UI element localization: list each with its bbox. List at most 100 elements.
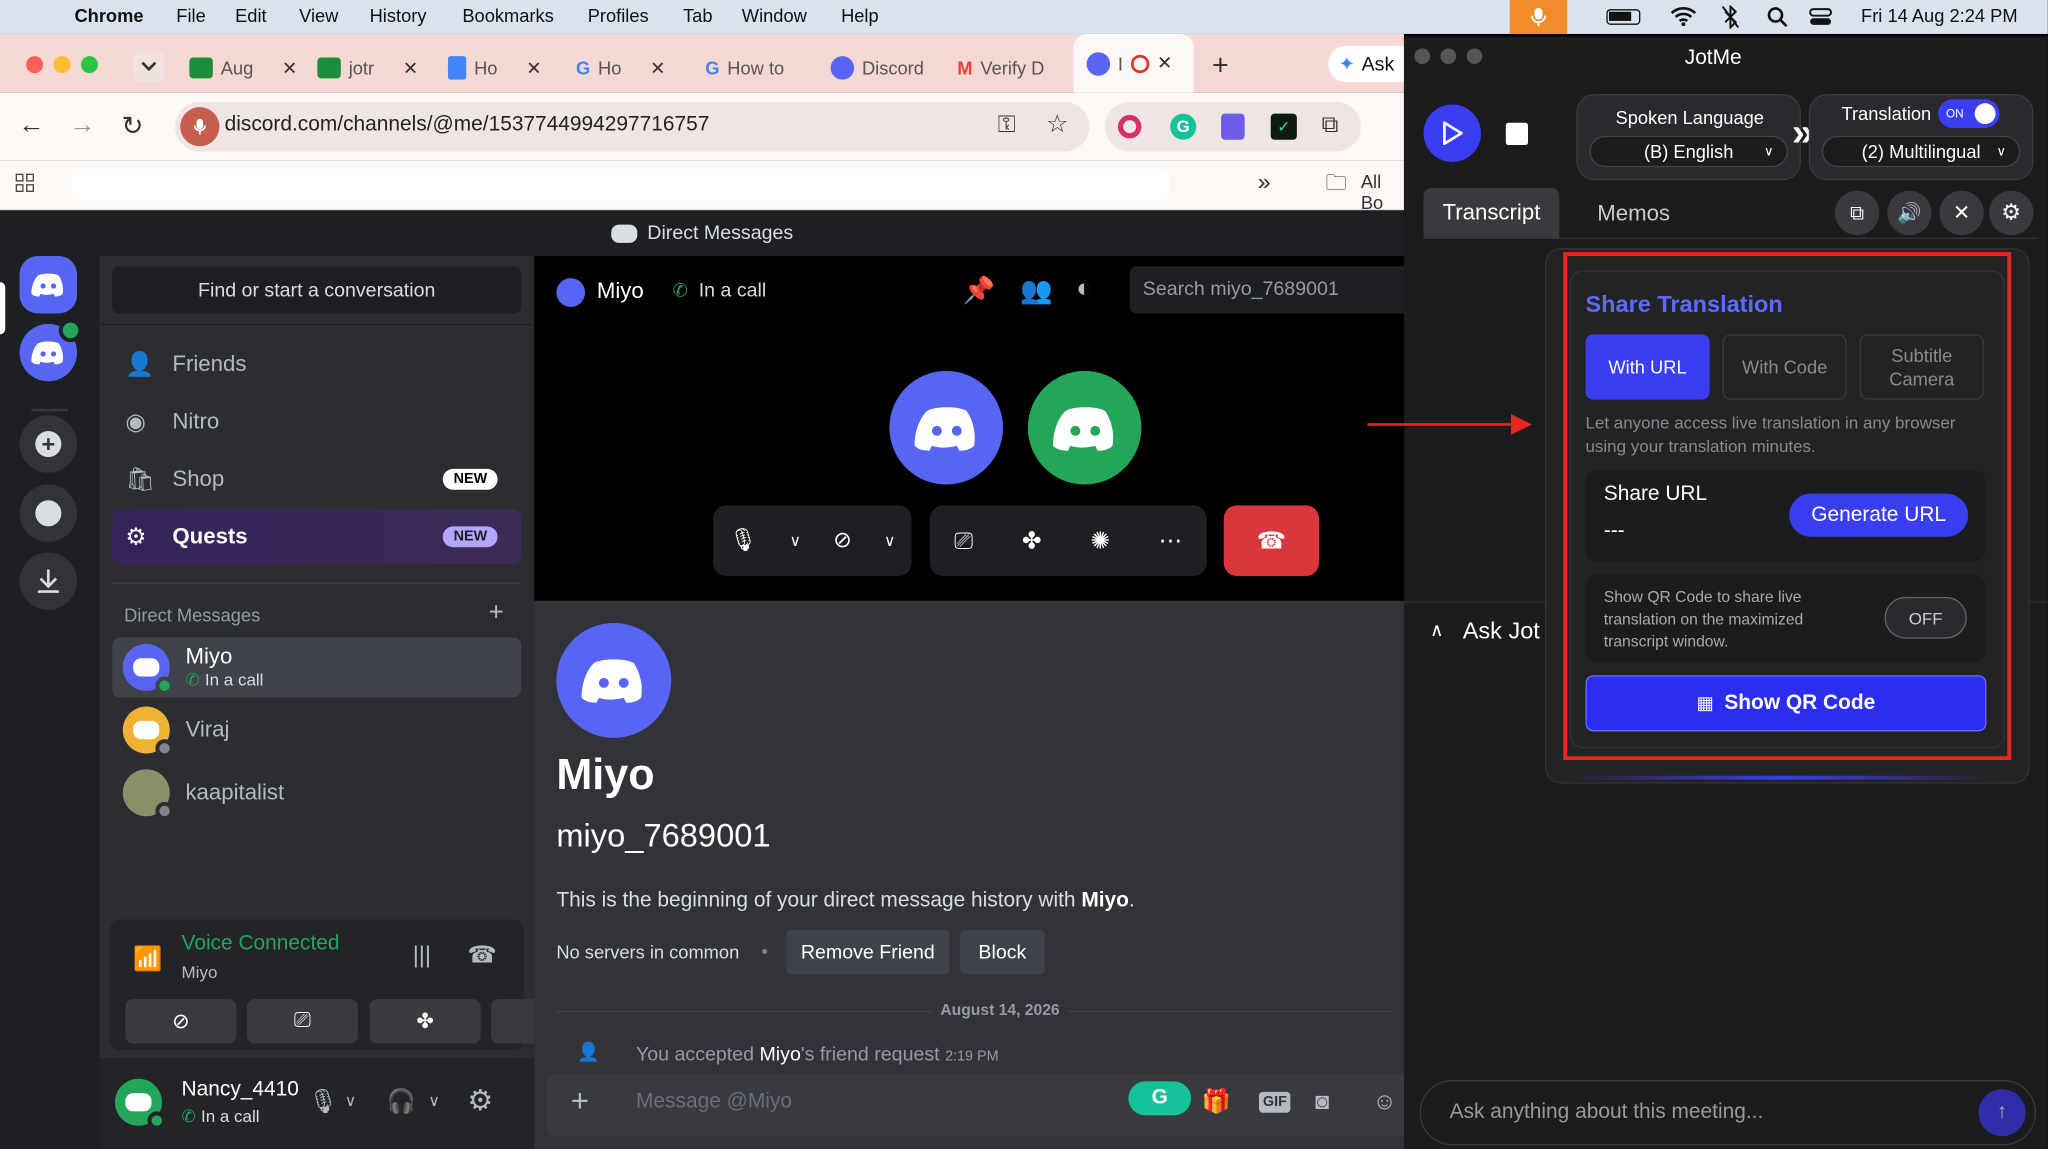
more-options-icon[interactable]: ⋯	[1159, 527, 1183, 554]
close-tab-icon[interactable]: ✕	[282, 57, 297, 79]
search-icon[interactable]	[1767, 7, 1788, 28]
settings-gear-icon[interactable]: ⚙	[468, 1084, 494, 1118]
user-avatar[interactable]	[114, 1078, 166, 1130]
menu-bookmarks[interactable]: Bookmarks	[462, 5, 553, 26]
create-dm-icon[interactable]: +	[488, 598, 503, 628]
home-dm-button[interactable]	[19, 255, 78, 314]
show-qr-button[interactable]: ▦ Show QR Code	[1585, 675, 1987, 732]
tab-docs[interactable]: Ho ✕	[447, 46, 542, 90]
send-button[interactable]: ↑	[1978, 1089, 2026, 1137]
bluetooth-off-icon[interactable]	[1721, 5, 1740, 29]
voice-channel[interactable]: Miyo	[182, 963, 218, 983]
tab-memos[interactable]: Memos	[1597, 201, 1670, 227]
camera-off-button[interactable]: ⊘	[125, 999, 237, 1044]
menu-app[interactable]: Chrome	[74, 5, 143, 26]
menu-tab[interactable]: Tab	[683, 5, 712, 26]
forward-icon[interactable]: →	[69, 111, 95, 141]
sticker-icon[interactable]: ◙	[1315, 1088, 1329, 1115]
menu-profiles[interactable]: Profiles	[588, 5, 649, 26]
download-apps-button[interactable]	[19, 552, 78, 610]
gift-icon[interactable]: 🎁	[1202, 1088, 1231, 1115]
with-code-option[interactable]: With Code	[1722, 334, 1847, 400]
ask-input[interactable]: Ask anything about this meeting...	[1450, 1101, 1764, 1125]
subtitle-camera-option[interactable]: Subtitle Camera	[1859, 334, 1984, 400]
extension-color-icon[interactable]	[1117, 114, 1142, 139]
extension-d-icon[interactable]	[1221, 113, 1245, 140]
audio-button[interactable]: 🔊	[1887, 190, 1932, 236]
disconnect-icon[interactable]: ☎	[468, 942, 497, 969]
close-tab-icon[interactable]: ✕	[1157, 52, 1172, 74]
gif-button[interactable]: GIF	[1258, 1091, 1291, 1113]
control-center-icon[interactable]	[1809, 8, 1833, 26]
chevron-down-icon[interactable]: ∨	[790, 532, 801, 550]
tab-active-discord[interactable]: I ✕	[1073, 33, 1194, 93]
ask-jot-header[interactable]: Ask Jot	[1463, 618, 1540, 645]
message-input[interactable]: Message @Miyo	[636, 1091, 792, 1115]
back-icon[interactable]: ←	[18, 111, 44, 141]
remove-friend-button[interactable]: Remove Friend	[786, 929, 950, 975]
dm-item-miyo[interactable]: Miyo ✆ In a call	[112, 637, 522, 698]
spoken-language-select[interactable]: (B) English ∨	[1589, 135, 1788, 168]
translation-select[interactable]: (2) Multilingual ∨	[1821, 135, 2021, 168]
screen-share-icon[interactable]: ⎚	[954, 527, 973, 554]
dm-item-viraj[interactable]: Viraj	[112, 700, 521, 760]
site-mic-icon[interactable]	[180, 107, 220, 147]
play-button[interactable]	[1423, 104, 1482, 162]
tab-search-chevron-icon[interactable]	[133, 50, 165, 83]
pin-icon[interactable]: 📌	[963, 274, 996, 307]
wifi-icon[interactable]	[1670, 7, 1697, 27]
soundboard-icon[interactable]: ✺	[1090, 527, 1110, 554]
apps-grid-icon[interactable]	[15, 173, 34, 192]
user-name[interactable]: Nancy_4410	[182, 1079, 299, 1103]
tab-sheets-2[interactable]: jotr ✕	[317, 46, 418, 90]
user-profile-icon[interactable]: ◐	[1076, 274, 1092, 304]
close-tab-icon[interactable]: ✕	[403, 57, 418, 79]
nav-friends[interactable]: 👤 Friends	[112, 337, 521, 392]
chevron-up-icon[interactable]: ∧	[1430, 619, 1443, 641]
menubar-clock[interactable]: Fri 14 Aug 2:24 PM	[1861, 5, 2018, 26]
close-button[interactable]: ✕	[1939, 190, 1984, 236]
chevron-down-icon[interactable]: ∨	[428, 1092, 439, 1110]
tab-gmail[interactable]: M Verify D	[957, 46, 1044, 90]
activities-icon[interactable]: ✤	[1022, 527, 1042, 554]
voice-status[interactable]: Voice Connected	[182, 932, 340, 956]
search-input[interactable]: Search miyo_7689001	[1129, 266, 1411, 314]
minimize-window-button[interactable]	[53, 56, 71, 74]
menu-file[interactable]: File	[176, 5, 205, 26]
mic-status-icon[interactable]	[1509, 0, 1568, 34]
add-server-button[interactable]: +	[19, 415, 78, 473]
camera-off-icon[interactable]: ⊘	[833, 528, 852, 554]
folder-icon[interactable]: 🗀	[1326, 168, 1347, 203]
more-bookmarks-icon[interactable]: »	[1258, 168, 1271, 195]
nav-shop[interactable]: 🛍 Shop NEW	[112, 452, 521, 507]
nav-nitro[interactable]: ◉ Nitro	[112, 394, 521, 449]
menu-history[interactable]: History	[370, 5, 427, 26]
hang-up-button[interactable]: ☎	[1223, 505, 1320, 576]
dm-item-kaapitalist[interactable]: kaapitalist	[112, 763, 521, 823]
tab-google-2[interactable]: G How to	[705, 46, 784, 90]
password-key-icon[interactable]: ⚿	[998, 111, 1016, 138]
tab-google-1[interactable]: G Ho ✕	[576, 46, 666, 90]
activities-button[interactable]: ✤	[369, 999, 481, 1044]
find-conversation-button[interactable]: Find or start a conversation	[112, 266, 522, 314]
bookmark-star-icon[interactable]: ☆	[1046, 110, 1068, 140]
chevron-down-icon[interactable]: ∨	[345, 1092, 356, 1110]
tab-transcript[interactable]: Transcript	[1423, 188, 1560, 238]
extension-check-icon[interactable]: ✓	[1270, 113, 1297, 140]
nav-quests[interactable]: ⚙ Quests NEW	[112, 509, 522, 565]
address-bar[interactable]: discord.com/channels/@me/153774499429771…	[175, 101, 1090, 152]
qr-toggle[interactable]: OFF	[1884, 596, 1967, 639]
battery-icon[interactable]	[1606, 9, 1641, 25]
tab-discord[interactable]: Discord	[830, 46, 924, 90]
with-url-option[interactable]: With URL	[1585, 334, 1710, 400]
discover-button[interactable]	[19, 484, 78, 542]
close-window-button[interactable]	[26, 56, 44, 74]
block-button[interactable]: Block	[959, 929, 1045, 975]
microphone-icon[interactable]: 🎙	[308, 1088, 338, 1115]
url-text[interactable]: discord.com/channels/@me/153774499429771…	[225, 114, 710, 138]
close-tab-icon[interactable]: ✕	[526, 57, 541, 79]
popout-button[interactable]: ⧉	[1834, 190, 1880, 236]
new-tab-button[interactable]: +	[1212, 48, 1229, 82]
tab-sheets-1[interactable]: Aug ✕	[189, 46, 297, 90]
menu-help[interactable]: Help	[841, 5, 879, 26]
